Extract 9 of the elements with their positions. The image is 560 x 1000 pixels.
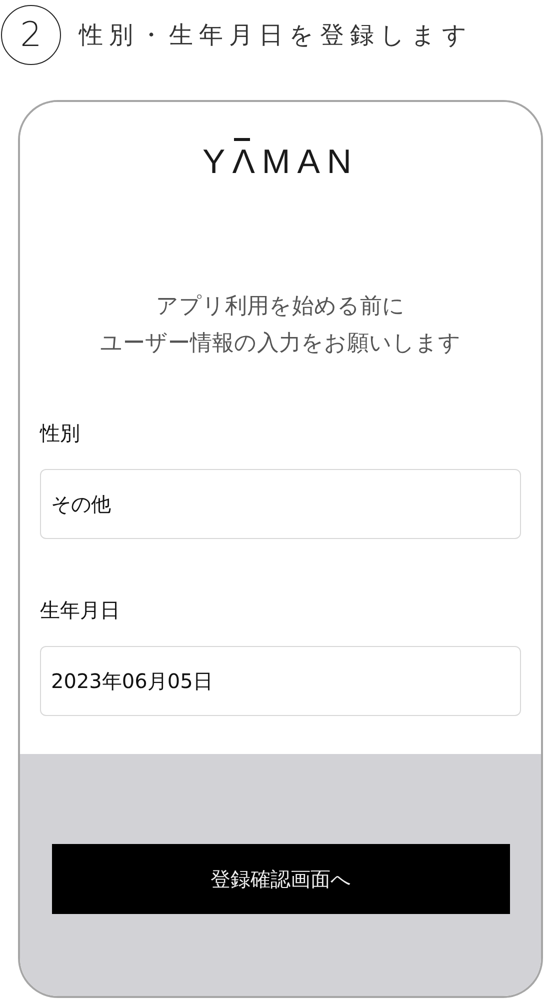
intro-text: アプリ利用を始める前に ユーザー情報の入力をお願いします: [100, 293, 461, 358]
logo: YΛMAN: [202, 138, 358, 182]
step-title: 性別・生年月日を登録します: [79, 20, 473, 51]
confirm-button[interactable]: 登録確認画面へ: [52, 844, 510, 914]
field-label: 生年月日: [40, 597, 121, 624]
input-field[interactable]: 2023年06月05日: [40, 646, 521, 716]
field-label: 性別: [40, 420, 81, 448]
step-number: 2: [1, 5, 61, 65]
input-field[interactable]: その他: [40, 469, 521, 540]
